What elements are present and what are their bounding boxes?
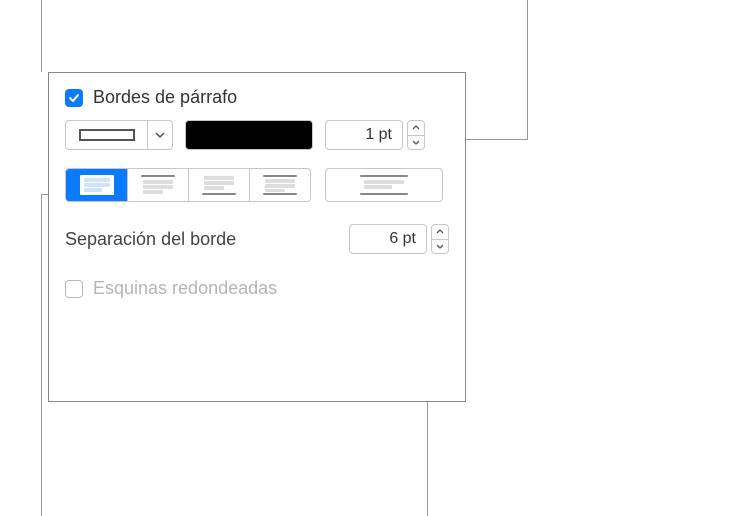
- border-top-icon: [141, 175, 175, 195]
- border-width-stepper[interactable]: [407, 120, 425, 150]
- callout-line: [527, 0, 528, 140]
- border-position-row: [65, 168, 449, 202]
- border-width-field: 1 pt: [325, 120, 425, 150]
- chevron-down-icon: [148, 121, 172, 149]
- border-position-topbottom[interactable]: [249, 169, 310, 201]
- separation-row: Separación del borde 6 pt: [65, 224, 449, 254]
- border-style-select[interactable]: [65, 120, 173, 150]
- stepper-up-icon[interactable]: [432, 225, 448, 240]
- border-position-top[interactable]: [127, 169, 188, 201]
- borders-checkbox[interactable]: [65, 89, 83, 107]
- line-style-icon: [79, 129, 135, 141]
- rounded-row: Esquinas redondeadas: [65, 278, 449, 299]
- stepper-down-icon[interactable]: [432, 240, 448, 254]
- stepper-down-icon[interactable]: [408, 136, 424, 150]
- border-style-preview: [66, 121, 148, 149]
- border-position-all[interactable]: [66, 169, 127, 201]
- separation-field: 6 pt: [349, 224, 449, 254]
- border-color-well[interactable]: [185, 120, 313, 150]
- callout-line: [41, 194, 42, 516]
- border-bottom-icon: [202, 175, 236, 195]
- rounded-label: Esquinas redondeadas: [93, 278, 277, 299]
- border-width-input[interactable]: 1 pt: [325, 120, 403, 150]
- border-position-segmented: [65, 168, 311, 202]
- header-row: Bordes de párrafo: [65, 87, 449, 108]
- borders-title: Bordes de párrafo: [93, 87, 237, 108]
- border-position-bottom[interactable]: [188, 169, 249, 201]
- callout-line: [427, 402, 428, 516]
- separation-label: Separación del borde: [65, 229, 349, 250]
- stepper-up-icon[interactable]: [408, 121, 424, 136]
- separation-input[interactable]: 6 pt: [349, 224, 427, 254]
- callout-line: [465, 139, 527, 140]
- callout-line: [41, 0, 42, 72]
- rounded-checkbox[interactable]: [65, 280, 83, 298]
- border-position-outside[interactable]: [325, 168, 443, 202]
- paragraph-borders-panel: Bordes de párrafo 1 pt: [48, 72, 466, 402]
- separation-stepper[interactable]: [431, 224, 449, 254]
- border-outside-icon: [360, 175, 408, 195]
- border-all-icon: [80, 175, 114, 195]
- border-controls-row: 1 pt: [65, 120, 449, 150]
- border-topbottom-icon: [263, 175, 297, 195]
- check-icon: [68, 92, 80, 104]
